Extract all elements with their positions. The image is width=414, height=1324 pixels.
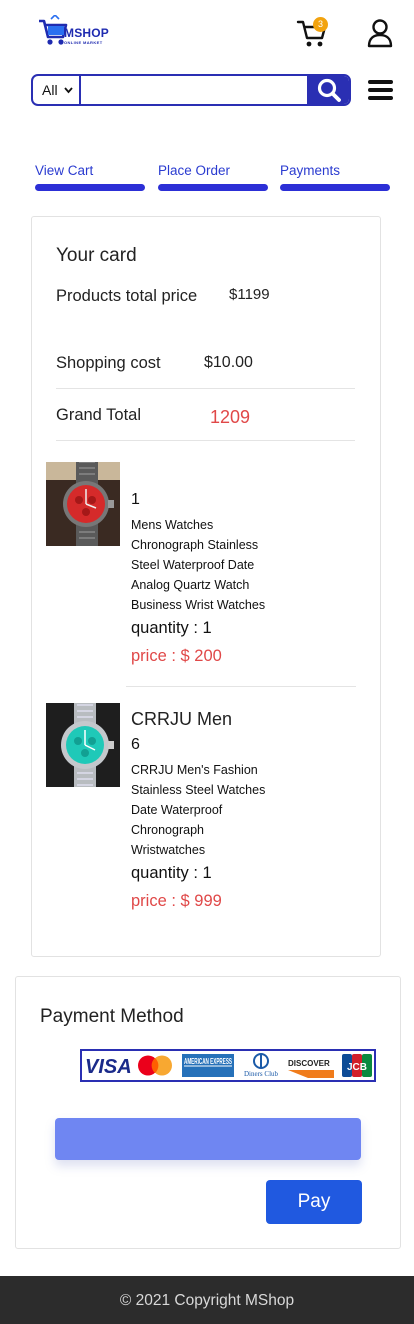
jcb-logo-icon: JCB — [342, 1054, 372, 1077]
mastercard-logo-icon — [138, 1055, 172, 1076]
item-description: CRRJU Men's Fashion Stainless Steel Watc… — [131, 763, 266, 857]
search-icon — [317, 78, 341, 102]
products-total-value: $1199 — [229, 286, 270, 303]
item-quantity: quantity : 1 — [131, 619, 212, 637]
search-category-select[interactable]: All — [33, 76, 81, 104]
footer-copyright: © 2021 Copyright MShop — [0, 1276, 414, 1324]
card-brand-diners: Diners Club — [244, 1070, 279, 1078]
pay-button[interactable]: Pay — [266, 1180, 362, 1224]
product-image-watch-red[interactable] — [46, 462, 120, 546]
hamburger-menu-icon[interactable] — [368, 80, 394, 102]
brand-name: MSHOP — [64, 26, 110, 40]
card-brand-visa: VISA — [85, 1056, 132, 1078]
item-title: CRRJU Men — [131, 709, 233, 729]
search-bar: All — [31, 74, 351, 106]
item-price: price : $ 999 — [131, 892, 222, 910]
card-brand-jcb: JCB — [347, 1062, 367, 1073]
card-brand-amex: AMERICAN EXPRESS — [184, 1057, 232, 1066]
step-view-cart-bar — [35, 184, 145, 191]
item-number: 1 — [131, 491, 140, 508]
step-view-cart[interactable]: View Cart — [35, 163, 93, 178]
grand-total-label: Grand Total — [56, 406, 141, 424]
grand-total-value: 1209 — [210, 407, 251, 427]
chevron-down-icon — [64, 87, 73, 94]
item-number: 6 — [131, 736, 140, 753]
search-button[interactable] — [307, 76, 349, 104]
products-total-label: Products total price — [56, 287, 198, 305]
shipping-label: Shopping cost — [56, 354, 161, 372]
search-category-value: All — [42, 82, 58, 98]
discover-logo-icon: DISCOVER — [288, 1059, 334, 1078]
item-price: price : $ 200 — [131, 647, 222, 665]
card-brands-strip: VISA AMERICAN EXPRESS Diners Club DISCOV… — [80, 1049, 376, 1082]
diners-club-logo-icon: Diners Club — [244, 1053, 279, 1078]
search-input[interactable] — [83, 76, 305, 104]
summary-divider — [56, 440, 355, 441]
american-express-logo-icon: AMERICAN EXPRESS — [182, 1054, 234, 1077]
cart-count-badge: 3 — [313, 17, 328, 32]
visa-logo-icon: VISA — [85, 1056, 132, 1078]
summary-divider — [56, 388, 355, 389]
user-icon[interactable] — [366, 18, 394, 48]
step-place-order[interactable]: Place Order — [158, 163, 230, 178]
brand-tagline: ONLINE MARKET — [64, 40, 103, 45]
payment-method-title: Payment Method — [40, 1006, 184, 1027]
shipping-value: $10.00 — [204, 354, 253, 371]
step-place-order-bar — [158, 184, 268, 191]
step-payments-bar — [280, 184, 390, 191]
card-brand-discover: DISCOVER — [288, 1059, 330, 1068]
item-quantity: quantity : 1 — [131, 864, 212, 882]
summary-heading: Your card — [56, 245, 137, 266]
product-image-watch-teal[interactable] — [46, 703, 120, 787]
item-description: Mens Watches Chronograph Stainless Steel… — [131, 518, 266, 612]
item-divider — [126, 686, 356, 687]
step-payments[interactable]: Payments — [280, 163, 340, 178]
card-number-input[interactable] — [55, 1118, 361, 1160]
